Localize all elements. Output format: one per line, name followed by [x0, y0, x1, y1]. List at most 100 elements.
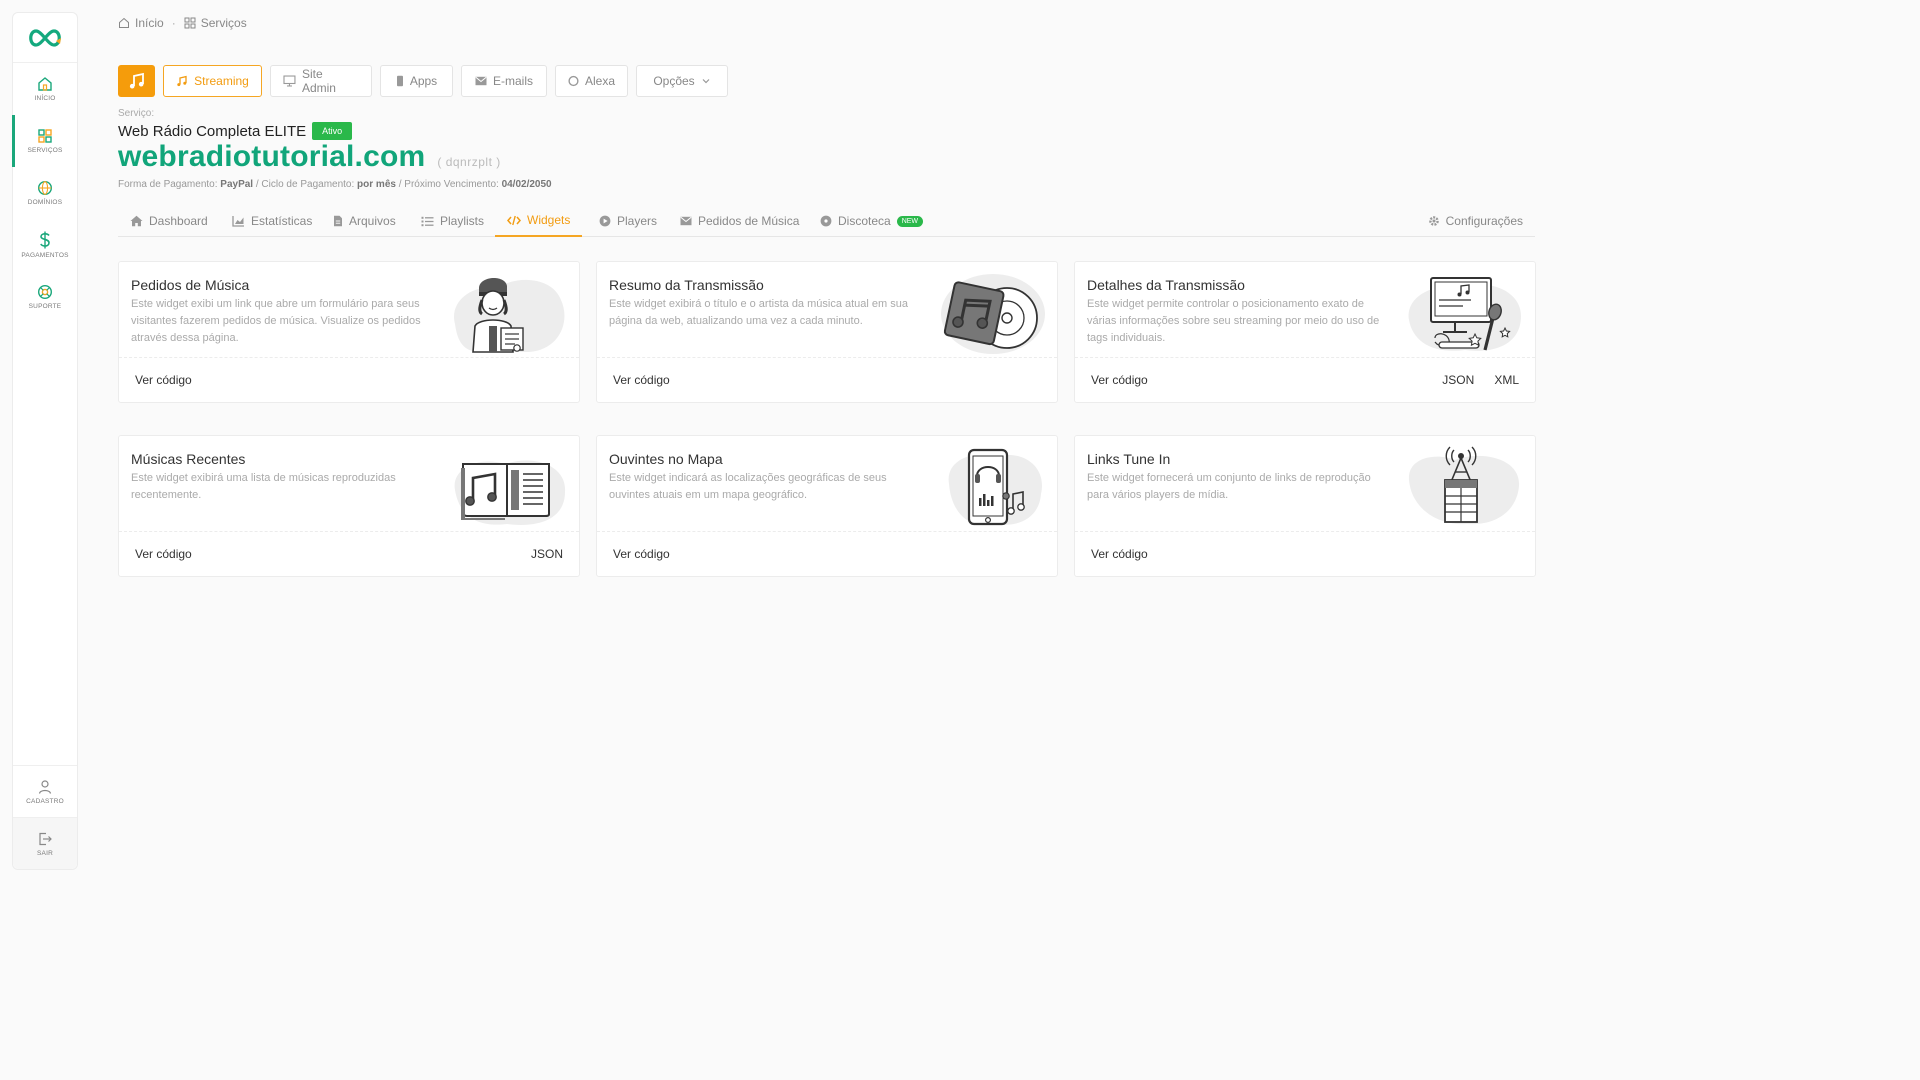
- streaming-button-label: Streaming: [194, 74, 249, 88]
- chevron-down-icon: [702, 79, 710, 84]
- alexa-button[interactable]: Alexa: [555, 65, 628, 97]
- sidebar-item-label: Início: [34, 95, 56, 102]
- widget-card-resumo: Resumo da Transmissão Este widget exibir…: [596, 261, 1058, 403]
- apps-button-label: Apps: [409, 74, 438, 88]
- tab-pedidos-de-musica[interactable]: Pedidos de Música: [668, 205, 811, 237]
- tab-pedidos-label: Pedidos de Música: [698, 214, 800, 228]
- code-icon: [507, 215, 521, 225]
- view-code-link[interactable]: Ver código: [1091, 547, 1148, 561]
- home-icon: [130, 215, 143, 227]
- sidebar-item-label: Sair: [37, 849, 53, 857]
- widget-title: Ouvintes no Mapa: [609, 451, 723, 467]
- view-code-link[interactable]: Ver código: [613, 547, 670, 561]
- emails-button[interactable]: E-mails: [461, 65, 547, 97]
- widget-title: Links Tune In: [1087, 451, 1171, 467]
- sidebar-item-label: Cadastro: [26, 797, 64, 805]
- tab-arquivos[interactable]: Arquivos: [321, 205, 408, 237]
- due-date: 04/02/2050: [501, 179, 552, 190]
- service-type-button[interactable]: [118, 65, 155, 97]
- disc-icon: [820, 215, 832, 227]
- view-code-link[interactable]: Ver código: [613, 373, 670, 387]
- widget-title: Músicas Recentes: [131, 451, 246, 467]
- tab-playlists[interactable]: Playlists: [409, 205, 496, 237]
- widget-card-musicas-recentes: Músicas Recentes Este widget exibirá uma…: [118, 435, 580, 577]
- apps-button[interactable]: Apps: [380, 65, 453, 97]
- sidebar-item-sair[interactable]: Sair: [13, 817, 77, 869]
- sidebar-item-suporte[interactable]: Suporte: [13, 271, 77, 323]
- site-admin-button[interactable]: Site Admin: [270, 65, 372, 97]
- file-icon: [334, 215, 342, 227]
- options-dropdown[interactable]: Opções: [636, 65, 728, 97]
- sidebar-item-cadastro[interactable]: Cadastro: [13, 765, 77, 817]
- view-code-link[interactable]: Ver código: [1091, 373, 1148, 387]
- widget-title: Pedidos de Música: [131, 277, 250, 293]
- domain-name: webradiotutorial.com: [118, 140, 426, 173]
- person-with-headphones-illustration: [454, 277, 565, 353]
- tab-estatisticas-label: Estatísticas: [251, 214, 313, 228]
- breadcrumb-home-label: Início: [135, 16, 164, 30]
- alexa-button-label: Alexa: [584, 74, 615, 88]
- chart-icon: [232, 216, 244, 227]
- breadcrumb-current[interactable]: Serviços: [184, 16, 247, 30]
- json-link[interactable]: JSON: [1442, 373, 1474, 387]
- new-badge: NEW: [896, 215, 924, 227]
- tab-dashboard[interactable]: Dashboard: [118, 205, 220, 237]
- tab-playlists-label: Playlists: [440, 214, 485, 228]
- sidebar-item-pagamentos[interactable]: Pagamentos: [13, 219, 77, 271]
- widget-footer: Ver código: [597, 531, 1057, 576]
- widget-description: Este widget indicará as localizações geo…: [609, 472, 887, 501]
- view-code-link[interactable]: Ver código: [135, 373, 192, 387]
- tab-widgets[interactable]: Widgets: [495, 205, 583, 237]
- options-dropdown-label: Opções: [653, 74, 695, 88]
- due-date-label: / Próximo Vencimento:: [398, 179, 499, 190]
- infinity-logo-icon: [29, 28, 61, 47]
- sidebar-item-dominios[interactable]: Domínios: [13, 167, 77, 219]
- domain-row: webradiotutorial.com ( dqnrzplt ): [118, 140, 501, 174]
- radio-tower-illustration: [1408, 446, 1520, 525]
- tab-arquivos-label: Arquivos: [349, 214, 396, 228]
- json-link[interactable]: JSON: [531, 547, 563, 561]
- monitor-icon: [283, 75, 296, 87]
- logout-icon: [39, 832, 52, 845]
- widget-title: Resumo da Transmissão: [609, 277, 764, 293]
- sidebar-item-label: Pagamentos: [21, 252, 69, 259]
- status-badge: Ativo: [312, 122, 353, 140]
- widget-footer: Ver código: [1075, 531, 1535, 576]
- sidebar-item-inicio[interactable]: Início: [13, 63, 77, 115]
- breadcrumb-home[interactable]: Início: [118, 16, 164, 30]
- lifebuoy-icon: [37, 284, 53, 300]
- mobile-phone-icon: [396, 75, 403, 87]
- tab-estatisticas[interactable]: Estatísticas: [220, 205, 324, 237]
- view-code-link[interactable]: Ver código: [135, 547, 192, 561]
- alexa-icon: [568, 75, 579, 87]
- tab-widgets-label: Widgets: [527, 213, 571, 227]
- home-icon: [38, 77, 52, 91]
- user-icon: [38, 779, 52, 794]
- service-toolbar: Streaming Site Admin Apps E-mails Alexa …: [118, 65, 728, 97]
- tab-players[interactable]: Players: [587, 205, 669, 237]
- tab-players-label: Players: [617, 214, 658, 228]
- tab-discoteca[interactable]: Discoteca NEW: [808, 205, 935, 237]
- envelope-icon: [475, 76, 487, 86]
- widget-title: Detalhes da Transmissão: [1087, 277, 1245, 293]
- widget-card-detalhes: Detalhes da Transmissão Este widget perm…: [1074, 261, 1536, 403]
- breadcrumb-current-label: Serviços: [200, 16, 247, 30]
- widget-card-links-tune-in: Links Tune In Este widget fornecerá um c…: [1074, 435, 1536, 577]
- breadcrumb: Início · Serviços: [118, 16, 247, 30]
- logo[interactable]: [13, 13, 77, 63]
- home-icon: [119, 17, 129, 28]
- plan-row: Web Rádio Completa ELITE Ativo: [118, 122, 353, 140]
- envelope-icon: [680, 216, 692, 226]
- tab-dashboard-label: Dashboard: [149, 214, 208, 228]
- sidebar-item-servicos[interactable]: Serviços: [12, 115, 77, 167]
- widget-description: Este widget fornecerá um conjunto de lin…: [1087, 472, 1371, 501]
- streaming-button[interactable]: Streaming: [163, 65, 262, 97]
- breadcrumb-separator: ·: [171, 16, 176, 30]
- service-label: Serviço:: [118, 108, 155, 119]
- widget-description: Este widget exibirá o título e o artista…: [609, 298, 908, 327]
- tab-configuracoes[interactable]: Configurações: [1416, 205, 1535, 237]
- grid-icon: [184, 17, 196, 29]
- site-admin-button-label: Site Admin: [301, 67, 336, 95]
- payment-method: PayPal: [220, 179, 254, 190]
- xml-link[interactable]: XML: [1494, 373, 1519, 387]
